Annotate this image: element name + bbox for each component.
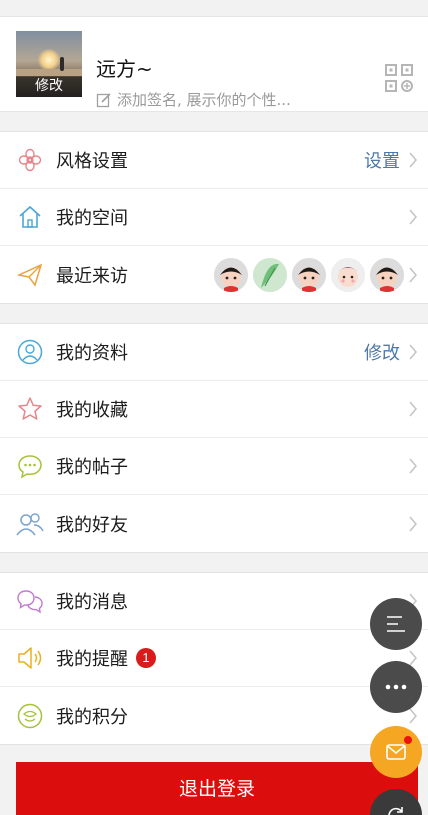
menu-item-style-settings[interactable]: 风格设置 设置 (0, 132, 428, 189)
friends-icon (16, 512, 44, 535)
menu-item-my-friends[interactable]: 我的好友 (0, 495, 428, 552)
child-avatar-icon (370, 257, 404, 292)
visitor-avatar[interactable] (331, 257, 365, 292)
signature-row[interactable]: 添加签名, 展示你的个性... (96, 89, 291, 110)
refresh-icon (388, 807, 403, 815)
floating-more-button[interactable] (370, 661, 422, 713)
visitor-avatar[interactable] (253, 257, 287, 292)
signature-placeholder: 添加签名, 展示你的个性... (117, 91, 291, 109)
home-icon (19, 205, 41, 228)
chevron-right-icon (409, 344, 417, 360)
menu-item-my-reminders[interactable]: 我的提醒 1 (0, 630, 428, 687)
mail-icon (386, 744, 406, 760)
menu-item-my-messages[interactable]: 我的消息 (0, 573, 428, 630)
avatar-sun (38, 49, 60, 71)
chevron-right-icon (409, 458, 417, 474)
menu-item-label: 我的积分 (56, 706, 128, 728)
style-settings-action[interactable]: 设置 (364, 147, 400, 173)
visitor-avatar[interactable] (214, 257, 248, 292)
chevron-right-icon (409, 209, 417, 225)
menu-item-recent-visitors[interactable]: 最近来访 (0, 246, 428, 303)
floating-menu-button[interactable] (370, 598, 422, 650)
unread-dot (404, 736, 412, 744)
top-spacer (0, 0, 428, 16)
menu-group-1: 风格设置 设置 我的空间 最近来访 (0, 131, 428, 304)
menu-item-label: 最近来访 (56, 265, 128, 287)
user-circle-icon (17, 339, 43, 365)
visitor-avatars[interactable] (214, 257, 404, 292)
chevron-right-icon (409, 708, 417, 723)
avatar[interactable]: 修改 (16, 31, 82, 97)
profile-header[interactable]: 修改 远方~ 添加签名, 展示你的个性... (0, 16, 428, 112)
visitor-avatar[interactable] (292, 257, 326, 292)
menu-item-label: 我的收藏 (56, 400, 128, 421)
menu-item-my-points[interactable]: 我的积分 (0, 687, 428, 744)
menu-item-my-posts[interactable]: 我的帖子 (0, 438, 428, 495)
speaker-icon (18, 647, 42, 669)
menu-lines-icon (387, 616, 405, 632)
my-profile-action[interactable]: 修改 (364, 339, 400, 365)
chevron-right-icon (409, 650, 417, 666)
paper-plane-icon (17, 263, 43, 287)
notification-badge: 1 (136, 648, 156, 668)
chevron-right-icon (409, 267, 417, 282)
menu-item-my-favorites[interactable]: 我的收藏 (0, 381, 428, 438)
floating-mail-button[interactable] (370, 726, 422, 778)
logout-button[interactable]: 退出登录 (16, 762, 418, 815)
menu-group-3: 我的消息 我的提醒 1 我的积分 (0, 572, 428, 745)
baby-avatar-icon (331, 257, 365, 292)
menu-item-label: 我的资料 (56, 343, 128, 364)
avatar-figure (60, 57, 64, 71)
chevron-right-icon (409, 152, 417, 168)
coin-icon (17, 703, 43, 728)
menu-item-label: 我的提醒 (56, 649, 128, 670)
menu-item-label: 我的好友 (56, 514, 128, 536)
menu-item-label: 我的消息 (56, 592, 128, 613)
flower-icon (18, 148, 42, 172)
chevron-right-icon (409, 401, 417, 417)
messages-icon (17, 590, 43, 614)
menu-item-label: 我的帖子 (56, 457, 128, 478)
visitor-avatar[interactable] (370, 257, 404, 292)
nickname[interactable]: 远方~ (96, 53, 153, 82)
menu-item-label: 风格设置 (56, 151, 128, 172)
child-avatar-icon (292, 257, 326, 292)
menu-item-my-space[interactable]: 我的空间 (0, 189, 428, 246)
leaf-avatar-icon (253, 257, 287, 292)
menu-item-label: 我的空间 (56, 208, 128, 229)
chat-bubble-icon (18, 455, 42, 479)
star-icon (18, 397, 42, 420)
menu-item-my-profile[interactable]: 我的资料 修改 (0, 324, 428, 381)
menu-group-2: 我的资料 修改 我的收藏 我的帖子 我的好友 (0, 323, 428, 553)
qr-code-icon[interactable] (384, 63, 414, 93)
more-dots-icon (385, 684, 407, 690)
chevron-right-icon (409, 516, 417, 531)
edit-icon (96, 92, 111, 107)
child-avatar-icon (214, 257, 248, 292)
avatar-edit-label[interactable]: 修改 (16, 76, 82, 97)
